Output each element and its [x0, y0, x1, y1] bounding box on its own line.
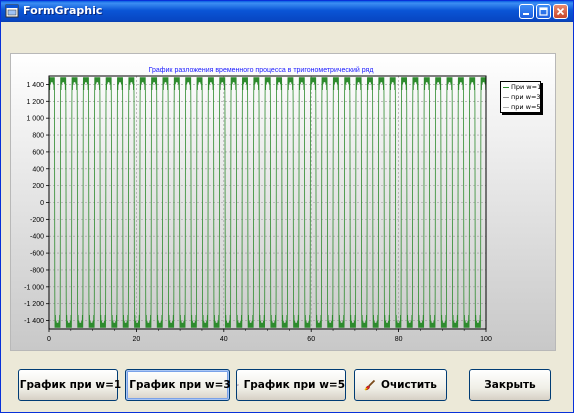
- brush-icon: [364, 379, 376, 391]
- legend-label: при w=3: [511, 93, 541, 101]
- form-window: FormGraphic График разложения временного…: [0, 0, 574, 413]
- minimize-icon: [523, 13, 529, 15]
- y-tick-label: -1 400: [24, 318, 44, 325]
- title-bar[interactable]: FormGraphic: [1, 1, 573, 22]
- legend-label: при w=5: [511, 103, 541, 111]
- close-window-button[interactable]: [553, 4, 568, 19]
- y-tick-label: -1 200: [24, 301, 44, 308]
- legend-item-w3: при w=3: [503, 93, 541, 102]
- minimize-button[interactable]: [519, 4, 534, 19]
- chart-panel: График разложения временного процесса в …: [10, 53, 556, 351]
- legend-item-w1: При w=1: [503, 83, 541, 92]
- app-icon: [5, 4, 19, 18]
- y-tick-label: 1 400: [26, 82, 44, 89]
- clear-button[interactable]: Очистить: [354, 369, 447, 401]
- y-tick-label: -400: [30, 234, 44, 241]
- x-tick-label: 60: [307, 336, 315, 343]
- button-label: График при w=5: [243, 379, 345, 391]
- legend-swatch: [503, 106, 509, 108]
- x-tick-label: 0: [47, 336, 51, 343]
- chart-legend: При w=1 при w=3 при w=5: [500, 81, 541, 113]
- legend-swatch: [503, 86, 509, 88]
- close-icon: [556, 7, 565, 16]
- maximize-icon: [539, 7, 548, 16]
- y-tick-label: 600: [32, 149, 44, 156]
- y-tick-label: 400: [32, 166, 44, 173]
- y-tick-label: -1 000: [24, 284, 44, 291]
- y-tick-label: 800: [32, 133, 44, 140]
- x-tick-label: 20: [133, 336, 141, 343]
- y-tick-label: -600: [30, 251, 44, 258]
- button-label: График при w=1: [19, 379, 122, 391]
- y-tick-label: -200: [30, 217, 44, 224]
- y-tick-label: 200: [32, 183, 44, 190]
- graph-w5-button[interactable]: График при w=5: [236, 369, 346, 401]
- button-label: Закрыть: [484, 379, 536, 391]
- y-tick-label: -800: [30, 267, 44, 274]
- chart-title: График разложения временного процесса в …: [149, 66, 374, 74]
- x-tick-label: 80: [395, 336, 403, 343]
- y-tick-label: 1 000: [26, 116, 44, 123]
- button-label: График при w=3: [129, 379, 231, 391]
- legend-swatch: [503, 96, 509, 98]
- y-tick-label: 0: [40, 200, 44, 207]
- window-title: FormGraphic: [23, 4, 103, 17]
- chart: График разложения временного процесса в …: [24, 66, 492, 343]
- graph-w3-button[interactable]: График при w=3: [125, 369, 231, 401]
- legend-label: При w=1: [511, 83, 542, 91]
- legend-item-w5: при w=5: [503, 103, 541, 112]
- close-button[interactable]: Закрыть: [469, 369, 551, 401]
- x-tick-label: 40: [220, 336, 228, 343]
- maximize-button[interactable]: [536, 4, 551, 19]
- x-tick-label: 100: [480, 336, 492, 343]
- y-tick-label: 1 200: [26, 99, 44, 106]
- button-label: Очистить: [381, 379, 437, 391]
- graph-w1-button[interactable]: График при w=1: [18, 369, 122, 401]
- chart-icon: [237, 384, 239, 386]
